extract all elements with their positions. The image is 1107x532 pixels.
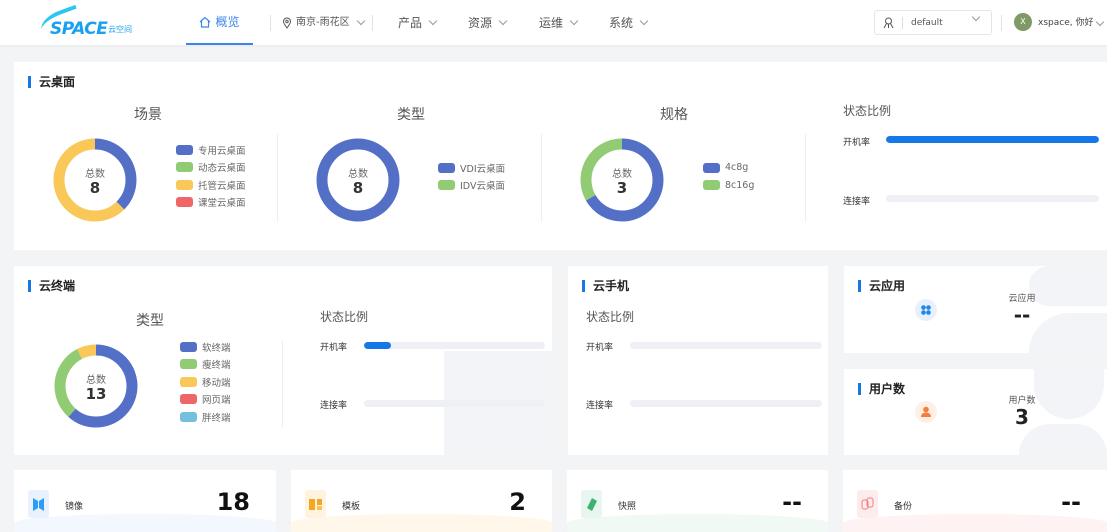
chevron-down-icon	[356, 16, 365, 25]
terminal-type-donut: 总数 13	[53, 343, 139, 429]
legend-swatch	[703, 162, 720, 173]
section-title: 用户数	[858, 383, 905, 395]
home-icon	[200, 16, 211, 28]
status-title: 状态比例	[843, 104, 892, 118]
legend-swatch	[180, 341, 197, 352]
legend-item[interactable]: 胖终端	[180, 408, 231, 426]
user-count: 3	[1015, 405, 1029, 429]
section-title: 云手机	[582, 280, 629, 292]
avatar[interactable]: X	[1014, 13, 1032, 31]
user-menu[interactable]: xspace, 你好	[1038, 15, 1105, 28]
cloud-desktop-card: 云桌面 场景 总数 8 专用云桌面 动态云桌面 托管云桌面 课堂云桌面 类型 总数 8 V…	[14, 62, 1107, 250]
snapshot-card[interactable]: 快照 --	[567, 470, 828, 532]
spec-legend: 4c8g 8c16g	[703, 159, 754, 194]
nav-products[interactable]: 产品	[398, 0, 438, 45]
legend-item[interactable]: 专用云桌面	[176, 141, 246, 159]
legend-item[interactable]: 8c16g	[703, 177, 754, 195]
connect-rate-bar	[364, 400, 545, 407]
legend-item[interactable]: 课堂云桌面	[176, 194, 246, 212]
legend-swatch	[176, 179, 193, 190]
type-legend: VDI云桌面 IDV云桌面	[438, 159, 505, 194]
legend-swatch	[438, 162, 455, 173]
legend-swatch	[438, 180, 455, 191]
section-title: 云应用	[858, 280, 905, 292]
snapshot-icon	[581, 490, 602, 518]
power-rate-bar	[630, 342, 822, 349]
legend-item[interactable]: 4c8g	[703, 159, 754, 177]
cloud-app-card: 云应用 云应用 --	[844, 266, 1107, 353]
app-count: --	[1013, 303, 1031, 327]
connect-rate-bar	[630, 400, 822, 407]
chart-title: 类型	[136, 313, 164, 329]
scene-donut: 总数 8	[52, 137, 138, 223]
image-icon	[28, 490, 49, 518]
section-title: 云终端	[28, 280, 75, 292]
chart-title: 场景	[134, 107, 162, 123]
chevron-down-icon	[1096, 17, 1105, 27]
cloud-terminal-card: 云终端 类型 总数 13 软终端 瘦终端 移动端 网页端 胖终端 状态比例 开机率 连接率	[14, 266, 552, 455]
legend-swatch	[176, 144, 193, 155]
legend-swatch	[180, 411, 197, 422]
legend-swatch	[703, 180, 720, 191]
nav-resources[interactable]: 资源	[468, 0, 508, 45]
section-title: 云桌面	[28, 76, 75, 88]
user-icon	[915, 401, 937, 423]
chevron-down-icon	[639, 16, 649, 25]
legend-item[interactable]: 软终端	[180, 338, 231, 356]
legend-item[interactable]: 移动端	[180, 373, 231, 391]
nav-operations[interactable]: 运维	[539, 0, 579, 45]
chart-title: 类型	[397, 107, 425, 123]
chevron-down-icon	[569, 16, 579, 25]
type-donut: 总数 8	[315, 137, 401, 223]
legend-swatch	[176, 197, 193, 208]
legend-swatch	[180, 376, 197, 387]
spec-donut: 总数 3	[579, 137, 665, 223]
template-icon	[305, 490, 326, 518]
chart-title: 规格	[660, 107, 688, 123]
terminal-legend: 软终端 瘦终端 移动端 网页端 胖终端	[180, 338, 231, 426]
legend-item[interactable]: 瘦终端	[180, 356, 231, 374]
location-selector[interactable]: 南京-雨花区	[282, 0, 365, 45]
chevron-down-icon	[498, 16, 508, 25]
power-rate-bar	[364, 342, 545, 349]
tenant-select[interactable]: default	[874, 10, 992, 35]
legend-item[interactable]: 网页端	[180, 391, 231, 409]
legend-item[interactable]: 动态云桌面	[176, 159, 246, 177]
scene-legend: 专用云桌面 动态云桌面 托管云桌面 课堂云桌面	[176, 141, 246, 211]
legend-swatch	[180, 394, 197, 405]
connect-rate-bar	[886, 195, 1099, 202]
location-pin-icon	[282, 17, 292, 29]
image-card[interactable]: 镜像 18	[14, 470, 276, 532]
app-grid-icon	[915, 299, 937, 321]
chevron-down-icon	[971, 12, 981, 22]
legend-item[interactable]: IDV云桌面	[438, 177, 505, 195]
backup-icon	[857, 490, 878, 518]
legend-swatch	[176, 162, 193, 173]
cloud-phone-card: 云手机 状态比例 开机率 连接率	[568, 266, 828, 455]
legend-swatch	[180, 359, 197, 370]
nav-system[interactable]: 系统	[609, 0, 649, 45]
top-nav: SPACE 云空间 概览 南京-雨花区 产品 资源 运维 系统 default X…	[0, 0, 1107, 45]
nav-overview[interactable]: 概览	[186, 0, 253, 45]
template-card[interactable]: 模板 2	[291, 470, 552, 532]
power-rate-bar	[886, 136, 1099, 143]
users-card: 用户数 用户数 3	[844, 369, 1107, 455]
legend-item[interactable]: VDI云桌面	[438, 159, 505, 177]
backup-card[interactable]: 备份 --	[843, 470, 1107, 532]
logo[interactable]: SPACE 云空间	[36, 4, 146, 39]
tenant-icon	[883, 17, 894, 28]
legend-item[interactable]: 托管云桌面	[176, 176, 246, 194]
chevron-down-icon	[428, 16, 438, 25]
